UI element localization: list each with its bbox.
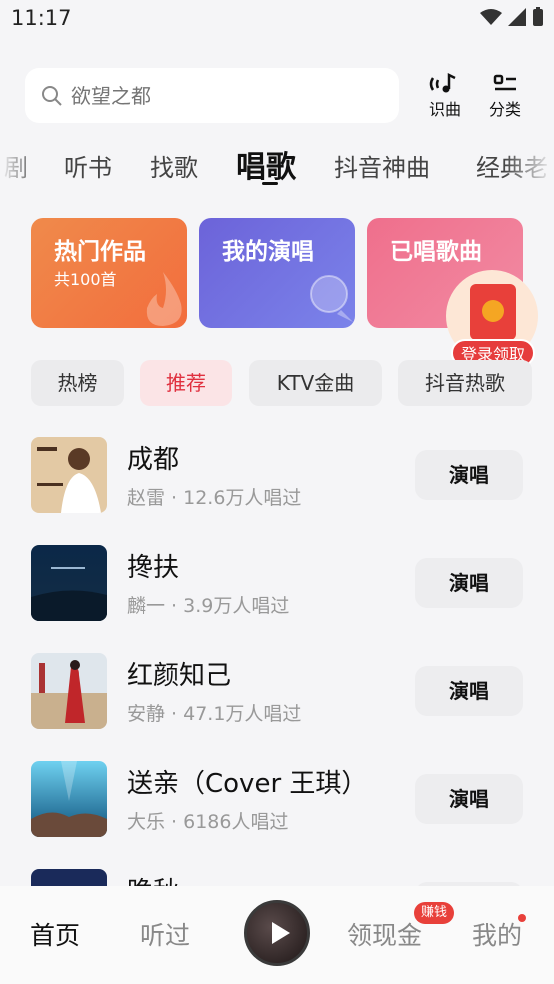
song-title: 成都 xyxy=(127,445,180,475)
search-input[interactable] xyxy=(69,82,373,109)
song-title: 搀扶 xyxy=(127,553,180,583)
flame-icon xyxy=(146,272,182,326)
nav-earn-cash[interactable]: 领现金 xyxy=(347,916,422,952)
identify-label: 识曲 xyxy=(428,100,461,119)
list-item[interactable]: 红颜知己 安静 · 47.1万人唱过 演唱 xyxy=(0,653,554,753)
card-title: 热门作品 xyxy=(54,239,146,265)
song-cover xyxy=(31,761,107,837)
search-bar[interactable] xyxy=(25,68,399,123)
sing-button[interactable]: 演唱 xyxy=(415,774,523,824)
chat-bubble-icon xyxy=(310,275,353,322)
chip-recommend[interactable]: 推荐 xyxy=(140,360,232,406)
category-label: 分类 xyxy=(488,100,521,119)
song-cover xyxy=(31,437,107,513)
card-title: 已唱歌曲 xyxy=(390,239,482,265)
tab-sing[interactable]: 唱歌 xyxy=(236,142,296,186)
list-item[interactable]: 搀扶 麟一 · 3.9万人唱过 演唱 xyxy=(0,545,554,645)
status-icons xyxy=(480,7,544,27)
player-button[interactable] xyxy=(244,900,310,966)
chip-ktv[interactable]: KTV金曲 xyxy=(249,360,382,406)
tab-find-song[interactable]: 找歌 xyxy=(150,148,198,183)
bottom-nav: 首页 听过 领现金 赚钱 我的 xyxy=(0,886,554,984)
battery-icon xyxy=(533,7,543,26)
song-cover xyxy=(31,545,107,621)
status-bar: 11:17 xyxy=(0,0,554,40)
song-meta: 麟一 · 3.9万人唱过 xyxy=(127,595,290,617)
hot-works-card[interactable]: 热门作品 共100首 xyxy=(31,218,187,328)
song-title: 送亲（Cover 王琪） xyxy=(127,769,368,799)
song-meta: 赵雷 · 12.6万人唱过 xyxy=(127,487,302,509)
tab-fade-right xyxy=(504,138,554,190)
sing-button[interactable]: 演唱 xyxy=(415,450,523,500)
list-item[interactable]: 送亲（Cover 王琪） 大乐 · 6186人唱过 演唱 xyxy=(0,761,554,861)
song-meta: 大乐 · 6186人唱过 xyxy=(127,811,289,833)
sing-button[interactable]: 演唱 xyxy=(415,666,523,716)
list-item[interactable]: 成都 赵雷 · 12.6万人唱过 演唱 xyxy=(0,437,554,537)
song-title: 红颜知己 xyxy=(127,661,232,691)
tab-indicator xyxy=(262,182,278,185)
search-icon xyxy=(42,85,62,106)
song-meta: 安静 · 47.1万人唱过 xyxy=(127,703,302,725)
coin-icon xyxy=(482,300,504,322)
card-title: 我的演唱 xyxy=(222,239,314,265)
my-singing-card[interactable]: 我的演唱 xyxy=(199,218,355,328)
tab-audiobook[interactable]: 听书 xyxy=(64,148,112,183)
wifi-icon xyxy=(480,9,502,25)
category-icon xyxy=(493,74,516,91)
song-cover xyxy=(31,653,107,729)
status-time: 11:17 xyxy=(11,6,72,30)
tab-fade-left xyxy=(0,138,40,190)
chip-hot[interactable]: 热榜 xyxy=(31,360,124,406)
identify-song-button[interactable]: 识曲 xyxy=(420,72,470,122)
nav-me[interactable]: 我的 xyxy=(472,916,522,952)
signal-icon xyxy=(508,8,526,26)
chip-douyin[interactable]: 抖音热歌 xyxy=(398,360,532,406)
music-note-icon xyxy=(429,72,456,93)
nav-listened[interactable]: 听过 xyxy=(140,916,190,952)
category-button[interactable]: 分类 xyxy=(480,72,530,122)
sing-button[interactable]: 演唱 xyxy=(415,558,523,608)
tab-douyin-hits[interactable]: 抖音神曲 xyxy=(334,148,430,183)
nav-home[interactable]: 首页 xyxy=(30,916,80,952)
play-icon xyxy=(272,922,290,944)
card-subtitle: 共100首 xyxy=(54,270,117,289)
earn-badge: 赚钱 xyxy=(414,902,454,924)
notification-dot xyxy=(518,914,526,922)
